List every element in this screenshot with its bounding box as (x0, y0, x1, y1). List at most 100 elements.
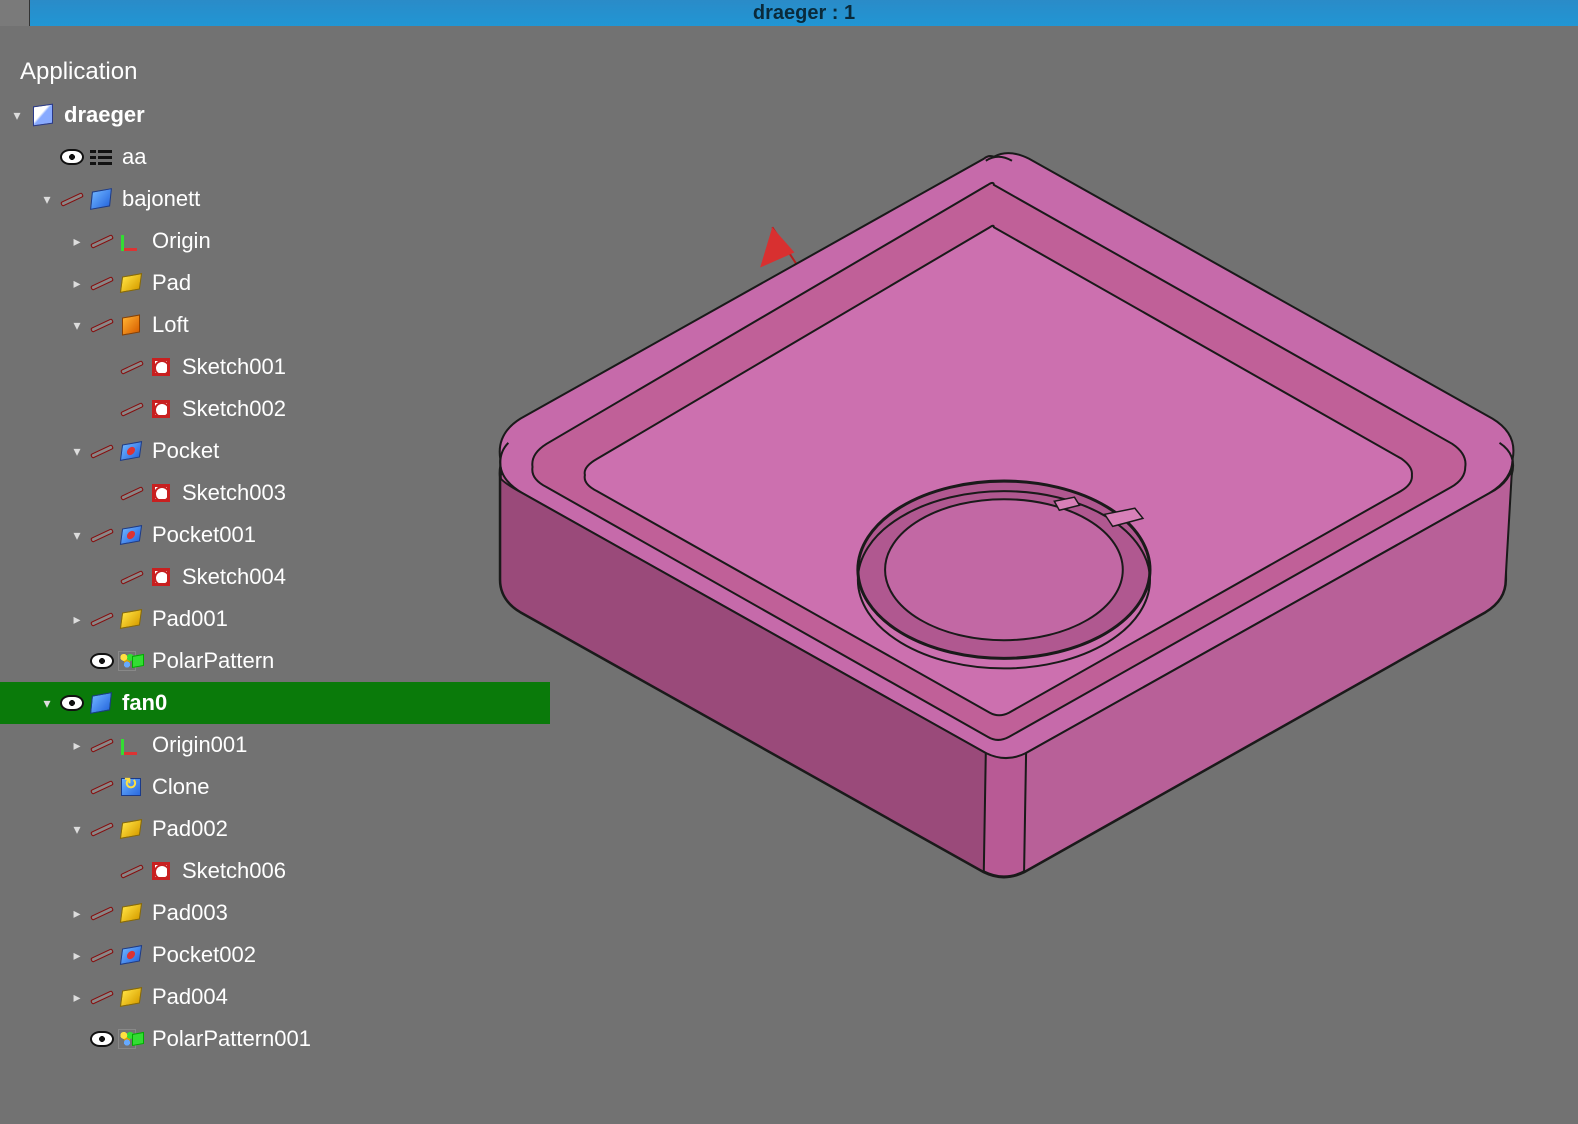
sketch-icon (148, 858, 174, 884)
tree-item-label: Pocket (152, 440, 219, 462)
tree-item-label: Pocket001 (152, 524, 256, 546)
tree-item-label: draeger (64, 104, 145, 126)
window-title: draeger : 1 (753, 2, 855, 25)
tree-header: Application (0, 56, 550, 94)
eye-closed-icon[interactable] (90, 315, 114, 335)
origin-icon (118, 732, 144, 758)
eye-closed-icon[interactable] (90, 609, 114, 629)
expander-icon[interactable]: ▾ (38, 694, 56, 712)
titlebar-title-strip: draeger : 1 (30, 0, 1578, 26)
pocket-icon (118, 438, 144, 464)
expander-icon (98, 484, 116, 502)
eye-open-icon[interactable] (60, 693, 84, 713)
loft-icon (118, 312, 144, 338)
eye-closed-icon[interactable] (90, 273, 114, 293)
tree-item-label: fan0 (122, 692, 167, 714)
sketch-icon (148, 564, 174, 590)
expander-icon[interactable]: ▾ (68, 526, 86, 544)
titlebar: draeger : 1 (0, 0, 1578, 26)
expander-icon (38, 148, 56, 166)
eye-closed-icon[interactable] (120, 483, 144, 503)
tree-item-label: bajonett (122, 188, 200, 210)
titlebar-decor (0, 0, 30, 26)
eye-closed-icon[interactable] (90, 735, 114, 755)
sketch-icon (148, 354, 174, 380)
expander-icon[interactable]: ▾ (68, 316, 86, 334)
eye-closed-icon[interactable] (90, 987, 114, 1007)
eye-closed-icon[interactable] (120, 861, 144, 881)
sketch-icon (148, 480, 174, 506)
tree-item-label: Clone (152, 776, 209, 798)
expander-icon (68, 1030, 86, 1048)
eye-closed-icon[interactable] (90, 819, 114, 839)
pad-icon (118, 816, 144, 842)
eye-open-icon[interactable] (90, 651, 114, 671)
tree-item-label: PolarPattern001 (152, 1028, 311, 1050)
tree-item-label: Sketch004 (182, 566, 286, 588)
tree-item-label: PolarPattern (152, 650, 274, 672)
tree-item-label: Sketch003 (182, 482, 286, 504)
tree-item-label: Loft (152, 314, 189, 336)
eye-closed-icon[interactable] (90, 441, 114, 461)
pocket-icon (118, 522, 144, 548)
eye-open-icon[interactable] (60, 147, 84, 167)
tree-item-label: Sketch001 (182, 356, 286, 378)
tree-item-label: Pad001 (152, 608, 228, 630)
expander-icon (98, 400, 116, 418)
tree-item-label: Origin (152, 230, 211, 252)
eye-closed-icon[interactable] (120, 399, 144, 419)
pad-icon (118, 984, 144, 1010)
expander-icon (68, 778, 86, 796)
body-icon (88, 186, 114, 212)
body-icon (88, 690, 114, 716)
eye-closed-icon[interactable] (90, 525, 114, 545)
model-render (460, 106, 1568, 1114)
doc-icon (30, 102, 56, 128)
pocket-icon (118, 942, 144, 968)
expander-icon[interactable]: ▸ (68, 904, 86, 922)
expander-icon[interactable]: ▸ (68, 988, 86, 1006)
tree-item-label: Sketch002 (182, 398, 286, 420)
expander-icon[interactable]: ▾ (68, 820, 86, 838)
expander-icon (98, 568, 116, 586)
expander-icon (98, 358, 116, 376)
tree-item-label: Pocket002 (152, 944, 256, 966)
expander-icon[interactable]: ▸ (68, 274, 86, 292)
polar-icon (118, 648, 144, 674)
expander-icon[interactable]: ▾ (68, 442, 86, 460)
tree-item-label: Origin001 (152, 734, 247, 756)
pad-icon (118, 270, 144, 296)
tree-item-label: Pad004 (152, 986, 228, 1008)
expander-icon[interactable]: ▸ (68, 232, 86, 250)
tree-item-label: aa (122, 146, 146, 168)
clone-icon (118, 774, 144, 800)
expander-icon[interactable]: ▸ (68, 610, 86, 628)
sketch-icon (148, 396, 174, 422)
origin-icon (118, 228, 144, 254)
eye-closed-icon[interactable] (60, 189, 84, 209)
pad-icon (118, 900, 144, 926)
list-icon (88, 144, 114, 170)
expander-icon[interactable]: ▸ (68, 736, 86, 754)
eye-closed-icon[interactable] (120, 567, 144, 587)
main-area: Application ▾ draeger aa ▾ bajonett ▸ Origin ▸… (0, 26, 1578, 1124)
expander-icon (98, 862, 116, 880)
eye-closed-icon[interactable] (120, 357, 144, 377)
tree-item-label: Pad (152, 272, 191, 294)
tree-item-label: Pad003 (152, 902, 228, 924)
viewport-3d[interactable] (460, 106, 1568, 1114)
model-body (500, 153, 1514, 877)
eye-open-icon[interactable] (90, 1029, 114, 1049)
expander-icon[interactable]: ▾ (38, 190, 56, 208)
expander-icon[interactable]: ▾ (8, 106, 26, 124)
eye-closed-icon[interactable] (90, 777, 114, 797)
eye-closed-icon[interactable] (90, 945, 114, 965)
eye-closed-icon[interactable] (90, 231, 114, 251)
eye-closed-icon[interactable] (90, 903, 114, 923)
tree-item-label: Sketch006 (182, 860, 286, 882)
pad-icon (118, 606, 144, 632)
expander-icon (68, 652, 86, 670)
tree-item-label: Pad002 (152, 818, 228, 840)
polar-icon (118, 1026, 144, 1052)
expander-icon[interactable]: ▸ (68, 946, 86, 964)
